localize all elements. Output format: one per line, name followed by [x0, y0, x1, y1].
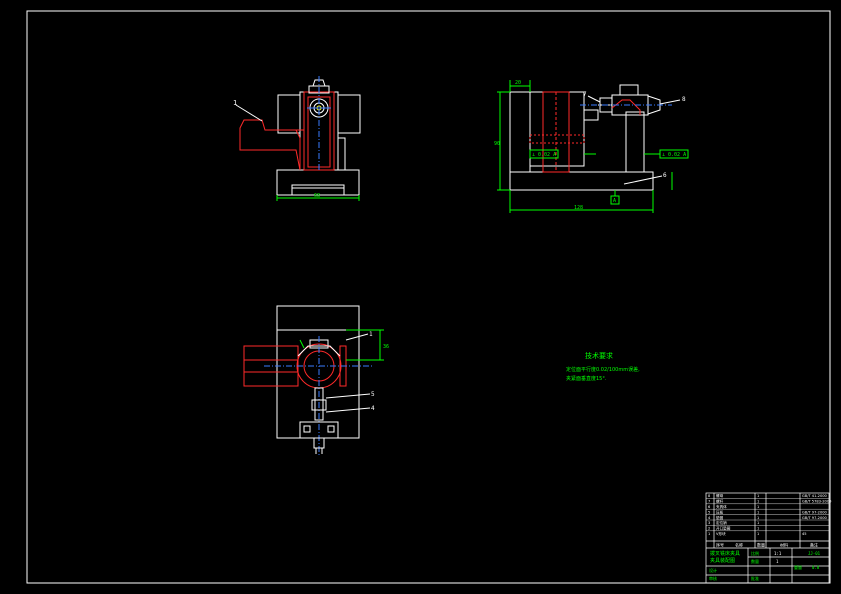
parts-cell-qty: 1	[757, 516, 759, 520]
side-view-dim-top: 20	[515, 80, 521, 86]
side-view-tolerance-left: ⊥ 0.02 A	[532, 152, 556, 158]
weight-label: 重量	[794, 564, 802, 570]
parts-cell-std: GB/T 97-2000	[802, 516, 828, 520]
side-view-dim-length: 128	[574, 205, 583, 211]
approver-label: 批准	[751, 575, 759, 581]
side-view-tolerance-right: ⊥ 0.02 A	[662, 152, 686, 158]
parts-cell-name: 垫圈	[716, 515, 724, 520]
parts-cell-no: 2	[708, 527, 710, 531]
top-view-balloon-5: 5	[371, 391, 375, 398]
parts-cell-std: GB/T 97-2000	[802, 510, 828, 514]
weight-value: 0.8	[812, 565, 820, 570]
parts-cell-name: V形块	[716, 531, 726, 536]
side-view-balloon-7: 7	[583, 91, 587, 98]
parts-cell-name: 定位销	[716, 520, 727, 525]
drawing-subtitle: 夹具装配图	[710, 557, 735, 564]
side-view-dim-height: 90	[494, 141, 500, 147]
parts-cell-std: 45	[802, 532, 807, 536]
side-view-balloon-8: 8	[682, 96, 686, 103]
drawing-name: 拨叉铣床夹具	[710, 550, 740, 557]
parts-cell-no: 7	[708, 500, 710, 504]
parts-cell-qty: 1	[757, 532, 759, 536]
side-view-balloon-6: 6	[663, 172, 667, 179]
parts-header-cell: 数量	[757, 542, 765, 548]
top-view-balloon-4: 4	[371, 405, 375, 412]
parts-cell-qty: 1	[757, 500, 759, 504]
parts-cell-name: 开口垫圈	[716, 526, 731, 531]
side-view-datum: A	[613, 198, 616, 204]
parts-cell-name: 压板	[716, 509, 724, 514]
parts-header-cell: 名称	[735, 542, 743, 548]
parts-cell-qty: 1	[757, 505, 759, 509]
parts-cell-std: GB/T 41-2000	[802, 494, 828, 498]
designer-label: 设计	[709, 567, 717, 573]
cad-drawing-sheet: 1 68 7 8 6 20 90 128 ⊥ 0.02 A ⊥ 0.02 A A…	[0, 0, 841, 594]
sheet-code: JJ-01	[808, 551, 821, 556]
parts-cell-std: GB/T 5783-2000	[802, 500, 832, 504]
tech-notes-title: 技术要求	[585, 351, 613, 360]
parts-cell-name: 螺杆	[716, 499, 724, 504]
checker-label: 审核	[709, 575, 717, 581]
tech-notes-line-2: 夹紧面垂直度15°.	[566, 375, 607, 382]
top-view-balloon-1: 1	[369, 331, 373, 338]
parts-cell-no: 3	[708, 521, 710, 525]
parts-cell-name: 夹具体	[716, 504, 727, 509]
top-view-dim-right: 36	[383, 344, 389, 350]
parts-cell-qty: 1	[757, 510, 759, 514]
parts-header-cell: 材料	[780, 542, 788, 548]
parts-cell-no: 1	[708, 532, 710, 536]
scale-label: 比例	[751, 550, 759, 556]
parts-header-cell: 备注	[810, 542, 818, 548]
parts-cell-qty: 1	[757, 521, 759, 525]
parts-header-cell: 序号	[716, 542, 724, 548]
parts-cell-qty: 1	[757, 494, 759, 498]
parts-cell-name: 螺母	[716, 493, 724, 498]
tech-notes-line-1: 定位面平行度0.02/100mm误差,	[566, 366, 640, 373]
parts-cell-qty: 1	[757, 527, 759, 531]
qty-label: 数量	[751, 558, 759, 564]
front-view-dim-width: 68	[314, 193, 320, 199]
scale-value: 1:1	[774, 551, 782, 556]
front-view-balloon-1: 1	[233, 99, 237, 107]
parts-cell-no: 5	[708, 510, 710, 514]
